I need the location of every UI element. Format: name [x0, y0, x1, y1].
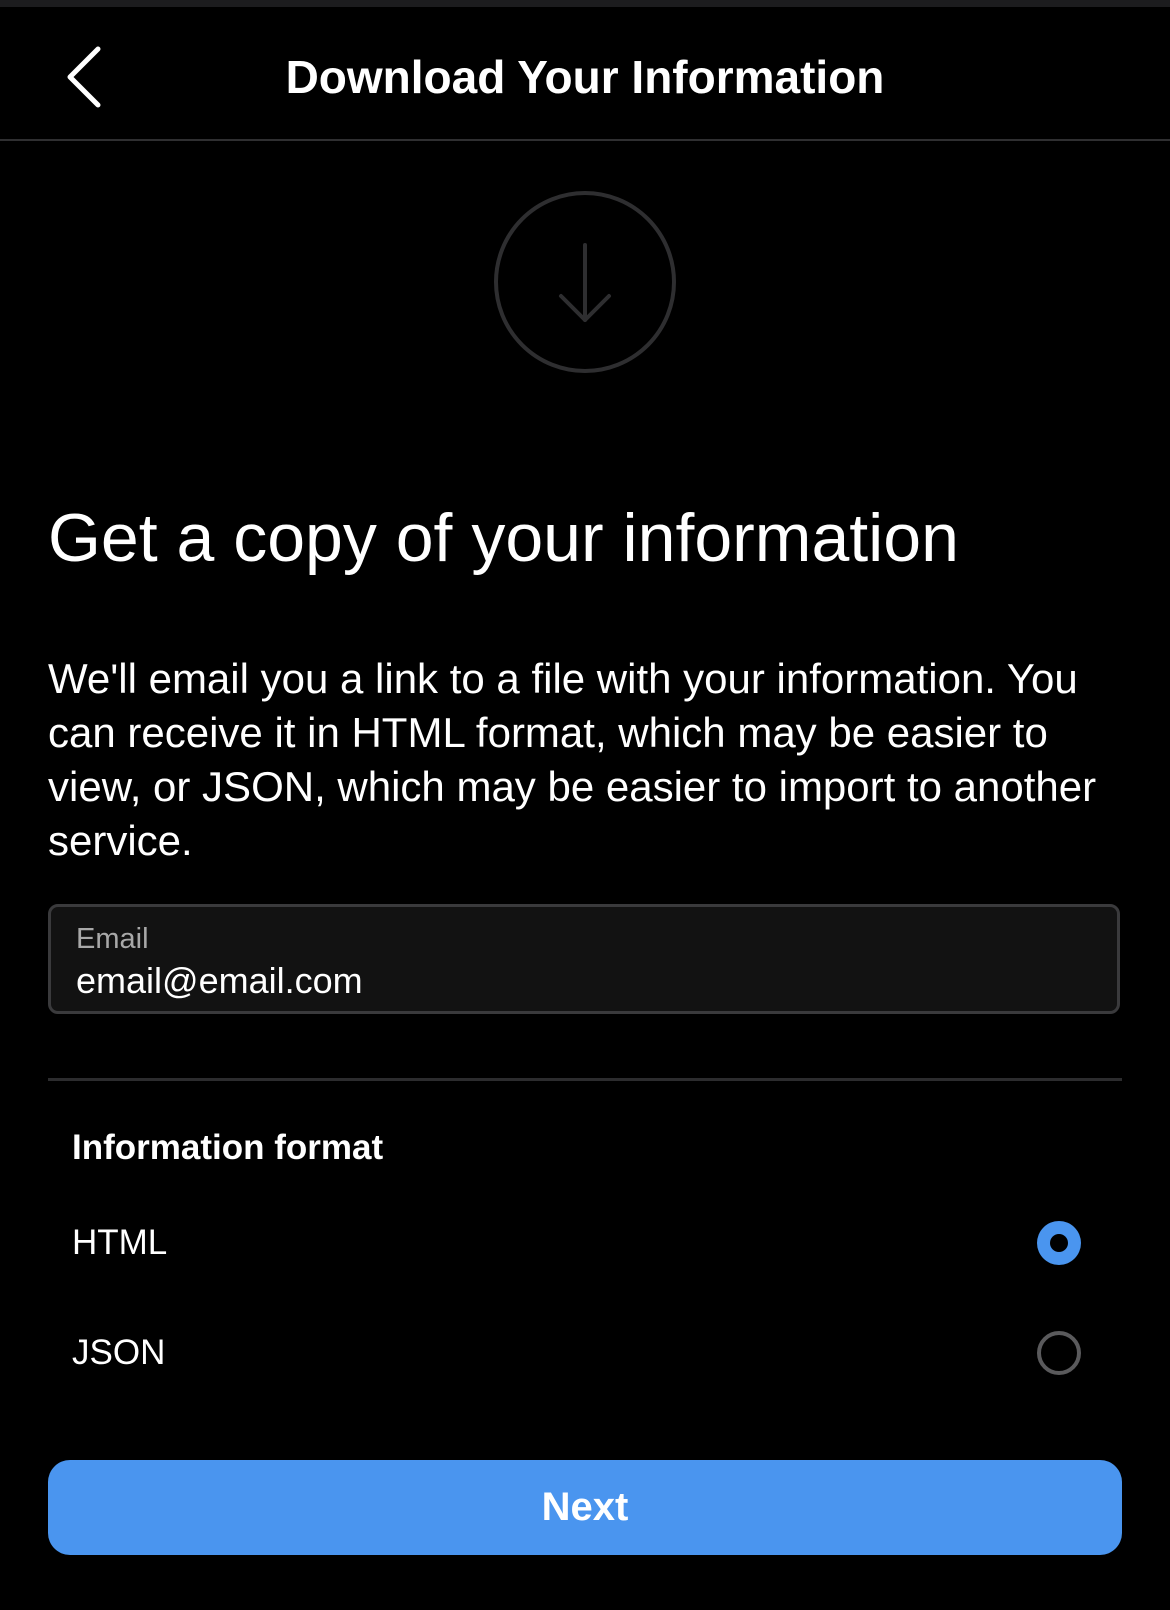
- email-field-value[interactable]: email@email.com: [76, 959, 363, 1003]
- format-option-label: HTML: [72, 1223, 168, 1262]
- radio-selected-icon[interactable]: [1037, 1221, 1081, 1265]
- format-option-label: JSON: [72, 1333, 166, 1372]
- main-heading: Get a copy of your information: [48, 500, 959, 576]
- email-field-label: Email: [76, 923, 149, 955]
- radio-unselected-icon[interactable]: [1037, 1331, 1081, 1375]
- download-arrow-icon: [493, 190, 677, 374]
- section-divider: [48, 1078, 1122, 1081]
- format-section-title: Information format: [72, 1128, 384, 1167]
- format-option-json[interactable]: JSON: [48, 1313, 1122, 1393]
- format-option-html[interactable]: HTML: [48, 1203, 1122, 1283]
- email-field[interactable]: Email email@email.com: [48, 904, 1120, 1014]
- status-bar-strip: [0, 0, 1170, 7]
- nav-header: Download Your Information: [0, 7, 1170, 141]
- description-text: We'll email you a link to a file with yo…: [48, 655, 1097, 864]
- page-title: Download Your Information: [285, 51, 885, 103]
- next-button[interactable]: Next: [48, 1460, 1122, 1555]
